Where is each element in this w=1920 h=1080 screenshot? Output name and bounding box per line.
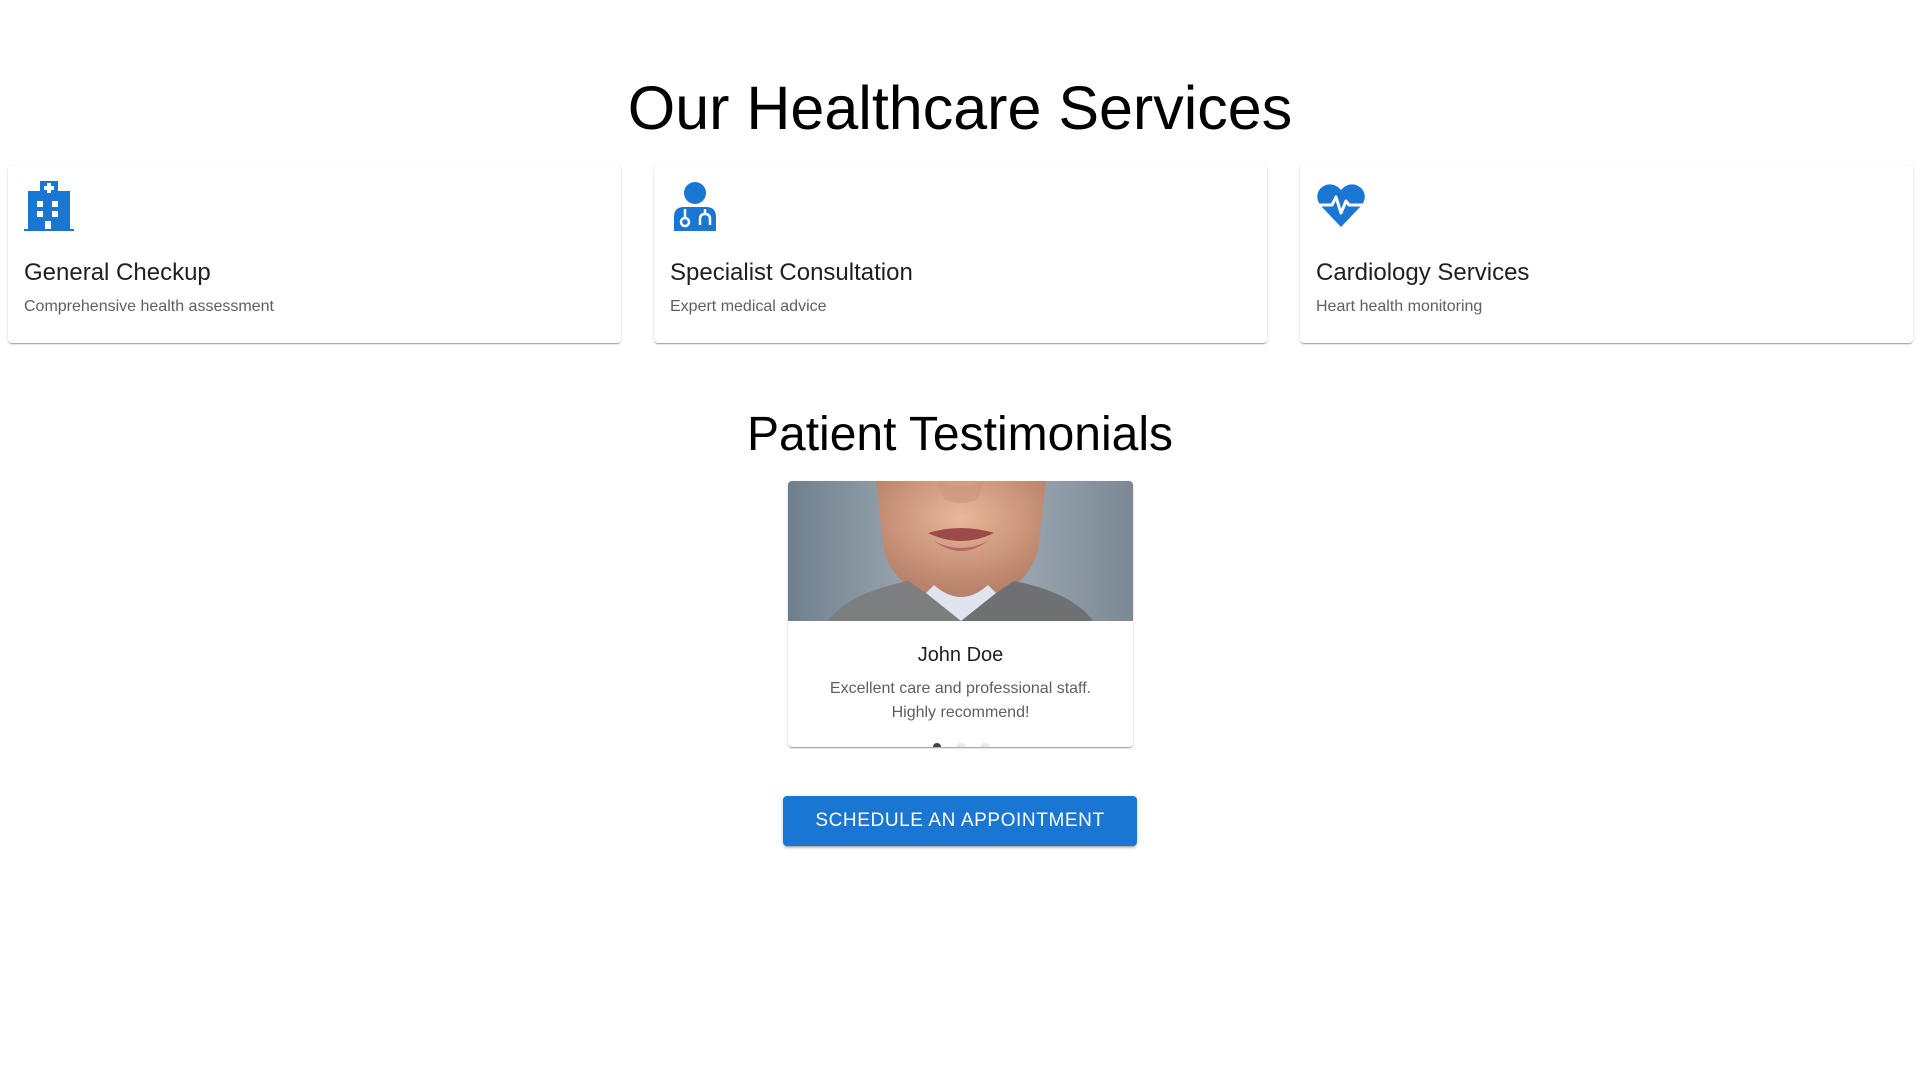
testimonial-quote: Excellent care and professional staff. H… (829, 680, 1092, 721)
service-card-general-checkup[interactable]: General Checkup Comprehensive health ass… (8, 165, 621, 343)
carousel-indicators (788, 743, 1133, 747)
hospital-icon (24, 181, 74, 231)
schedule-appointment-button[interactable]: Schedule an Appointment (783, 796, 1137, 846)
carousel-dot-1[interactable] (932, 743, 941, 747)
service-description: Heart health monitoring (1316, 298, 1483, 315)
service-card-cardiology-services[interactable]: Cardiology Services Heart health monitor… (1300, 165, 1913, 343)
doctor-icon (670, 181, 720, 231)
service-description: Expert medical advice (670, 298, 827, 315)
carousel-dot-2[interactable] (956, 743, 965, 747)
testimonial-card: John Doe Excellent care and professional… (788, 481, 1133, 747)
service-description: Comprehensive health assessment (24, 298, 274, 315)
service-card-specialist-consultation[interactable]: Specialist Consultation Expert medical a… (654, 165, 1267, 343)
testimonials-title: Patient Testimonials (747, 408, 1173, 461)
services-grid: General Checkup Comprehensive health ass… (8, 165, 1913, 343)
services-title: Our Healthcare Services (627, 74, 1293, 142)
testimonial-name: John Doe (917, 644, 1004, 666)
service-title: Cardiology Services (1316, 259, 1530, 286)
patient-photo (788, 481, 1133, 621)
service-title: Specialist Consultation (670, 259, 913, 286)
carousel-dot-3[interactable] (980, 743, 989, 747)
page: Our Healthcare Services General Checkup (0, 0, 1920, 1080)
service-title: General Checkup (24, 259, 211, 286)
heart-pulse-icon (1316, 181, 1366, 231)
